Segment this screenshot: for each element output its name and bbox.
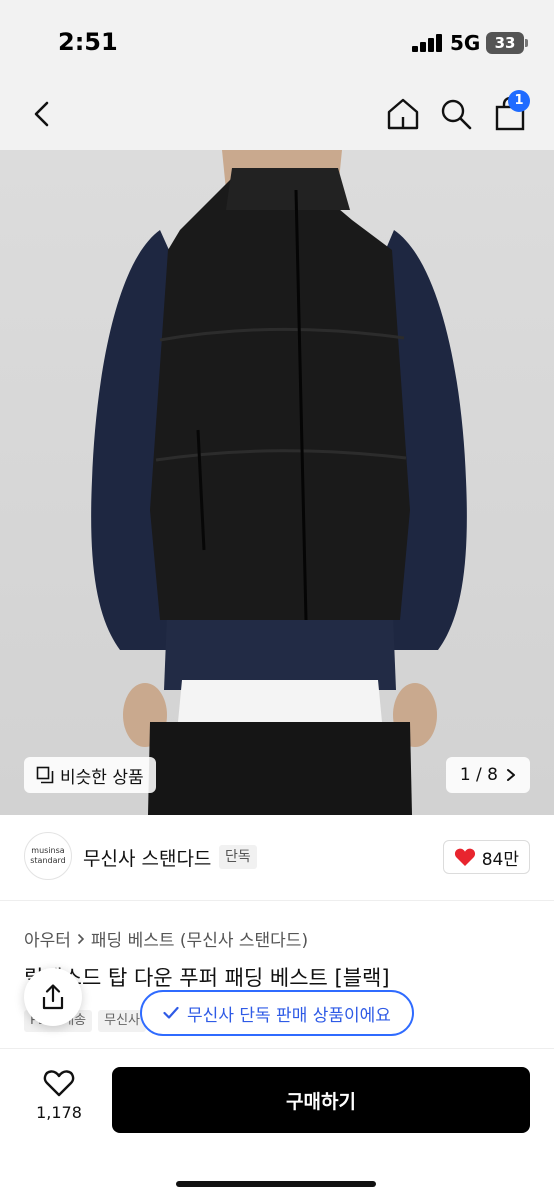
image-counter[interactable]: 1 / 8 bbox=[445, 757, 530, 793]
brand-logo[interactable]: musinsa standard bbox=[24, 832, 72, 880]
wishlist-button[interactable]: 1,178 bbox=[24, 1069, 94, 1122]
buy-button[interactable]: 구매하기 bbox=[112, 1067, 530, 1133]
home-button[interactable] bbox=[381, 92, 425, 136]
similar-products-button[interactable]: 비슷한 상품 bbox=[24, 757, 156, 793]
exclusive-toast: 무신사 단독 판매 상품이에요 bbox=[140, 990, 414, 1036]
heart-outline-icon bbox=[43, 1070, 75, 1097]
brand-like-button[interactable]: 84만 bbox=[442, 840, 530, 874]
network-type: 5G bbox=[450, 31, 481, 55]
brand-logo-line1: musinsa bbox=[31, 846, 65, 855]
similar-icon bbox=[36, 766, 54, 784]
share-icon bbox=[42, 984, 64, 1010]
battery-icon: 33 bbox=[486, 32, 528, 54]
brand-logo-line2: standard bbox=[30, 856, 66, 865]
product-tag: 무신사 bbox=[98, 1010, 147, 1032]
cart-count-badge: 1 bbox=[508, 90, 530, 112]
breadcrumb: 아우터 패딩 베스트 (무신사 스탠다드) bbox=[24, 926, 308, 951]
product-image[interactable]: 비슷한 상품 1 / 8 bbox=[0, 150, 554, 815]
check-icon bbox=[163, 1006, 179, 1019]
bottom-bar: 1,178 구매하기 bbox=[0, 1048, 554, 1200]
wishlist-count: 1,178 bbox=[36, 1103, 82, 1122]
chevron-right-icon bbox=[77, 933, 85, 944]
battery-level: 33 bbox=[494, 34, 516, 52]
status-bar: 2:51 5G 33 bbox=[0, 0, 554, 80]
back-button[interactable] bbox=[20, 92, 64, 136]
chevron-left-icon bbox=[34, 101, 49, 127]
home-indicator bbox=[176, 1181, 376, 1187]
status-time: 2:51 bbox=[58, 28, 118, 56]
cart-button[interactable]: 1 bbox=[488, 90, 532, 136]
breadcrumb-subcategory[interactable]: 패딩 베스트 (무신사 스탠다드) bbox=[91, 926, 308, 951]
brand-name-link[interactable]: 무신사 스탠다드 bbox=[83, 844, 211, 871]
brand-like-count: 84만 bbox=[481, 849, 519, 870]
home-icon bbox=[387, 98, 419, 130]
top-nav: 1 bbox=[0, 80, 554, 150]
heart-filled-icon bbox=[454, 848, 475, 866]
brand-row: musinsa standard 무신사 스탠다드 단독 84만 bbox=[0, 832, 554, 884]
exclusive-toast-text: 무신사 단독 판매 상품이에요 bbox=[187, 1005, 391, 1026]
share-button[interactable] bbox=[24, 968, 82, 1026]
image-counter-text: 1 / 8 bbox=[459, 765, 498, 785]
breadcrumb-category[interactable]: 아우터 bbox=[24, 926, 71, 951]
divider bbox=[0, 900, 554, 901]
search-icon bbox=[441, 99, 472, 130]
product-photo bbox=[0, 150, 554, 815]
similar-products-label: 비슷한 상품 bbox=[60, 767, 144, 788]
signal-icon bbox=[412, 34, 444, 52]
chevron-right-icon bbox=[507, 769, 515, 781]
search-button[interactable] bbox=[434, 92, 478, 136]
exclusive-badge: 단독 bbox=[219, 845, 257, 869]
